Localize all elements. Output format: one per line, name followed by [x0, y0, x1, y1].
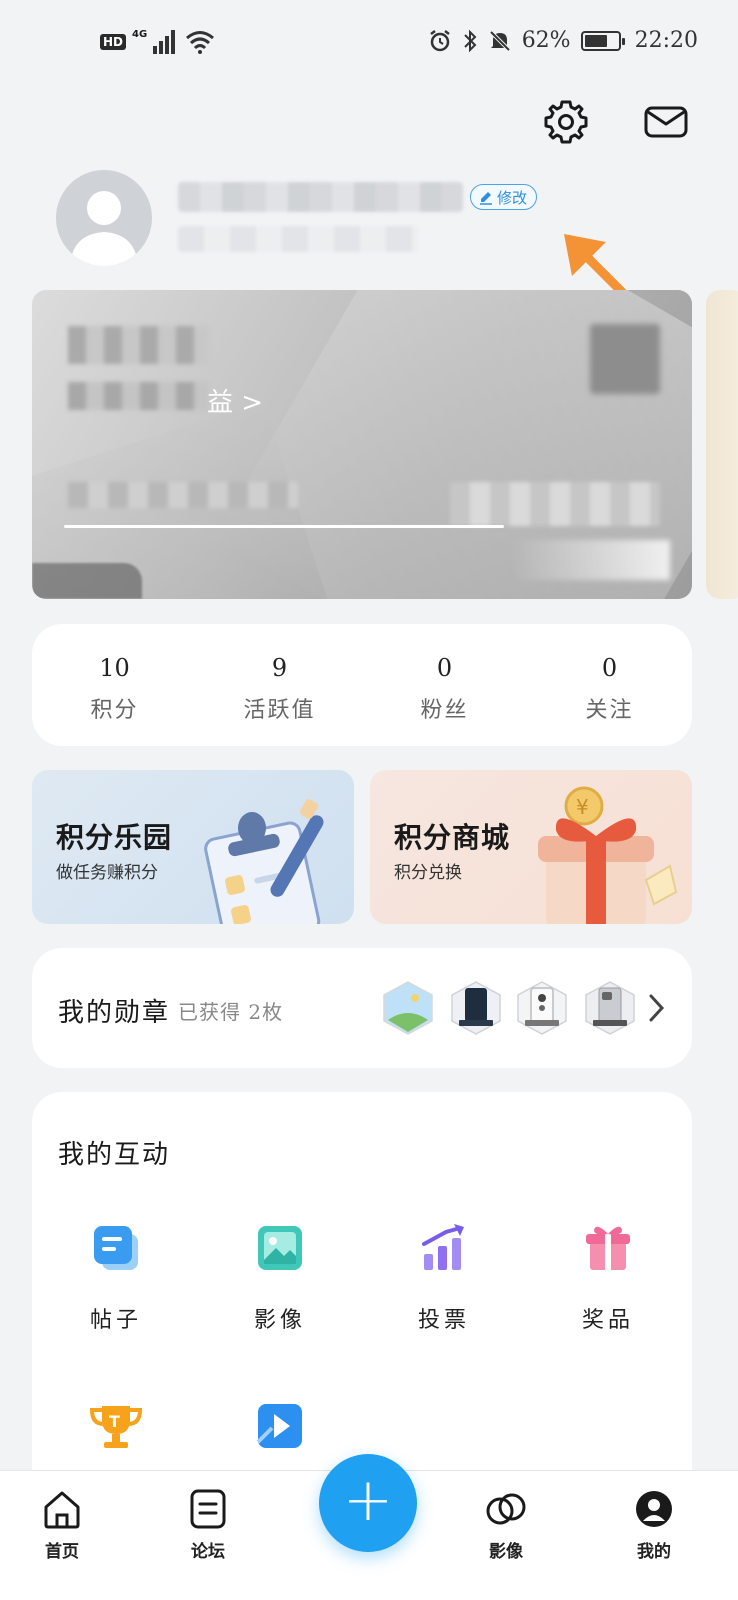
header-actions	[542, 98, 690, 146]
avatar[interactable]	[56, 170, 152, 266]
home-icon	[44, 1491, 80, 1529]
item-label: 帖子	[89, 1308, 142, 1333]
svg-text:T: T	[109, 1412, 120, 1431]
tab-forum[interactable]: 论坛	[168, 1487, 248, 1562]
stat-value: 0	[601, 654, 618, 682]
points-park-card[interactable]: 积分乐园 做任务赚积分	[32, 770, 354, 924]
stat-label: 积分	[90, 698, 139, 723]
stat-activity[interactable]: 9 活跃值	[197, 624, 362, 746]
member-benefit-link[interactable]: 益 >	[207, 382, 263, 419]
video-icon	[256, 1404, 302, 1448]
membership-card[interactable]: 益 >	[32, 290, 692, 599]
promo-title: 积分商城	[394, 821, 511, 854]
badge-phone-white-icon[interactable]	[516, 980, 568, 1036]
mute-icon	[489, 30, 511, 51]
stat-label: 粉丝	[420, 698, 469, 723]
member-badge-redacted	[590, 324, 660, 394]
tab-label: 论坛	[191, 1542, 225, 1562]
wifi-icon	[186, 31, 215, 54]
card-corner-tag-redacted	[32, 563, 142, 599]
stat-followers[interactable]: 0 粉丝	[362, 624, 527, 746]
points-mall-card[interactable]: 积分商城 积分兑换 ¥	[370, 770, 692, 924]
hd-badge: HD	[100, 34, 127, 50]
edit-profile-button[interactable]: 修改	[470, 184, 538, 210]
signal-icon	[153, 30, 176, 54]
username-redacted	[178, 182, 463, 212]
growth-progress-bar	[64, 525, 504, 528]
promo-subtitle: 做任务赚积分	[56, 863, 158, 883]
tab-label: 我的	[637, 1542, 671, 1562]
post-icon	[94, 1226, 138, 1270]
badge-landscape-icon[interactable]	[382, 980, 434, 1036]
mail-icon[interactable]	[642, 98, 690, 146]
clipboard-pen-illustration	[204, 799, 324, 924]
gift-coin-illustration: ¥	[538, 786, 678, 924]
my-badges-row[interactable]: 我的勋章 已获得 2枚	[32, 948, 692, 1068]
interaction-images[interactable]: 影像	[220, 1220, 340, 1334]
status-left: HD 4G	[100, 28, 215, 54]
stat-points[interactable]: 10 积分	[32, 624, 197, 746]
stats-card: 10 积分 9 活跃值 0 粉丝 0 关注	[32, 624, 692, 746]
trophy-icon: T	[89, 1406, 143, 1448]
create-post-button[interactable]: +	[319, 1454, 417, 1552]
stat-value: 9	[271, 654, 288, 682]
stat-label: 活跃值	[243, 698, 316, 723]
item-label: 奖品	[581, 1308, 634, 1333]
interaction-votes[interactable]: 投票	[384, 1220, 504, 1334]
gallery-icon	[486, 1493, 526, 1525]
gear-icon[interactable]	[542, 98, 590, 146]
interaction-trophy[interactable]: T	[56, 1398, 176, 1480]
next-card-peek[interactable]	[706, 290, 738, 599]
stat-label: 关注	[585, 698, 634, 723]
brand-logo-redacted	[510, 540, 670, 580]
default-avatar-icon	[70, 191, 138, 266]
status-bar: HD 4G 62% 22:20	[0, 0, 738, 92]
plus-icon: +	[342, 1465, 394, 1535]
badge-phone-gray-icon[interactable]	[584, 980, 636, 1036]
alarm-icon	[429, 29, 450, 51]
stat-following[interactable]: 0 关注	[527, 624, 692, 746]
badge-phone-dark-icon[interactable]	[450, 980, 502, 1036]
tab-gallery[interactable]: 影像	[466, 1487, 546, 1562]
tab-label: 影像	[489, 1542, 523, 1562]
battery-icon	[580, 30, 625, 51]
stat-value: 0	[436, 654, 453, 682]
tab-label: 首页	[45, 1542, 79, 1562]
member-level-redacted	[68, 326, 208, 364]
chevron-right-icon[interactable]	[644, 990, 668, 1026]
status-right: 62% 22:20	[428, 28, 698, 53]
network-type: 4G	[132, 28, 148, 40]
edit-label: 修改	[497, 188, 528, 207]
user-info-redacted	[178, 226, 418, 252]
svg-text:¥: ¥	[576, 795, 589, 819]
my-interactions-section: 我的互动 帖子 影像 投票 奖品 T	[32, 1092, 692, 1512]
tab-home[interactable]: 首页	[22, 1487, 102, 1562]
badges-count: 已获得 2枚	[178, 1000, 284, 1024]
badges-title: 我的勋章	[58, 998, 171, 1028]
clock: 22:20	[634, 28, 698, 53]
vote-icon	[422, 1224, 464, 1270]
battery-percent: 62%	[521, 28, 571, 53]
promo-title: 积分乐园	[56, 821, 173, 854]
image-icon	[258, 1226, 302, 1270]
member-benefit-redacted	[68, 382, 208, 410]
promo-subtitle: 积分兑换	[394, 863, 462, 883]
item-label: 影像	[253, 1308, 306, 1333]
gift-icon	[586, 1226, 630, 1270]
me-avatar-icon	[636, 1491, 672, 1527]
interaction-videos[interactable]	[220, 1398, 340, 1480]
forum-icon	[190, 1489, 226, 1529]
bluetooth-icon	[463, 29, 477, 52]
tab-me[interactable]: 我的	[614, 1487, 694, 1562]
growth-target-redacted	[450, 482, 660, 526]
stat-value: 10	[99, 654, 130, 682]
growth-redacted	[68, 482, 298, 508]
item-label: 投票	[417, 1308, 470, 1333]
pencil-icon	[480, 192, 492, 205]
interactions-title: 我的互动	[58, 1140, 171, 1170]
interaction-prizes[interactable]: 奖品	[548, 1220, 668, 1334]
interaction-posts[interactable]: 帖子	[56, 1220, 176, 1334]
